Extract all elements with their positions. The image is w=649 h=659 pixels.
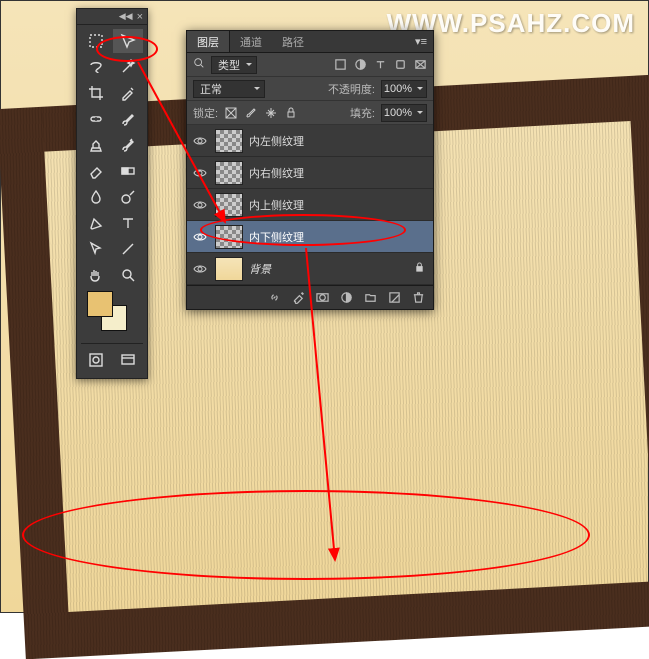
- zoom-tool[interactable]: [113, 263, 143, 287]
- blend-mode-select[interactable]: 正常: [193, 80, 265, 98]
- fill-input[interactable]: 100%: [381, 104, 427, 122]
- opacity-input[interactable]: 100%: [381, 80, 427, 98]
- eyedropper-tool[interactable]: [113, 81, 143, 105]
- visibility-toggle[interactable]: [191, 260, 209, 278]
- layer-thumbnail[interactable]: [215, 161, 243, 185]
- filter-type-icon[interactable]: [373, 58, 387, 72]
- lock-all-icon[interactable]: [284, 106, 298, 120]
- layer-thumbnail[interactable]: [215, 193, 243, 217]
- lock-position-icon[interactable]: [264, 106, 278, 120]
- magic-wand-tool[interactable]: [113, 55, 143, 79]
- filter-row: 类型: [187, 53, 433, 77]
- layers-panel: 图层 通道 路径 ▾≡ 类型 正常 不透明度: 100% 锁定: 填充: 100…: [186, 30, 434, 310]
- quick-mask-tool[interactable]: [81, 348, 111, 372]
- close-icon[interactable]: ×: [137, 11, 143, 23]
- gradient-tool[interactable]: [113, 159, 143, 183]
- foreground-color[interactable]: [87, 291, 113, 317]
- path-selection-tool[interactable]: [81, 237, 111, 261]
- layer-list: 内左侧纹理 内右侧纹理 内上侧纹理 内下侧纹理 背景: [187, 125, 433, 285]
- layer-item[interactable]: 内左侧纹理: [187, 125, 433, 157]
- opacity-label: 不透明度:: [328, 81, 375, 97]
- visibility-toggle[interactable]: [191, 196, 209, 214]
- lasso-tool[interactable]: [81, 55, 111, 79]
- line-tool[interactable]: [113, 237, 143, 261]
- lock-transparency-icon[interactable]: [224, 106, 238, 120]
- collapse-icon[interactable]: ◀◀: [119, 11, 133, 22]
- fill-label: 填充:: [350, 105, 375, 121]
- color-swatch[interactable]: [81, 289, 143, 339]
- layer-name[interactable]: 内上侧纹理: [249, 197, 304, 213]
- type-tool[interactable]: [113, 211, 143, 235]
- lock-pixels-icon[interactable]: [244, 106, 258, 120]
- visibility-toggle[interactable]: [191, 132, 209, 150]
- tab-channels[interactable]: 通道: [230, 31, 272, 52]
- hand-tool[interactable]: [81, 263, 111, 287]
- layer-name[interactable]: 内下侧纹理: [249, 229, 304, 245]
- filter-pixel-icon[interactable]: [333, 58, 347, 72]
- layer-mask-icon[interactable]: [315, 291, 329, 305]
- adjustment-layer-icon[interactable]: [339, 291, 353, 305]
- group-icon[interactable]: [363, 291, 377, 305]
- visibility-toggle[interactable]: [191, 228, 209, 246]
- tool-panel-header: ◀◀ ×: [77, 9, 147, 25]
- filter-type-select[interactable]: 类型: [211, 56, 257, 74]
- blend-opacity-row: 正常 不透明度: 100%: [187, 77, 433, 101]
- panel-tabs: 图层 通道 路径 ▾≡: [187, 31, 433, 53]
- move-tool[interactable]: [113, 29, 143, 53]
- delete-layer-icon[interactable]: [411, 291, 425, 305]
- blur-tool[interactable]: [81, 185, 111, 209]
- visibility-toggle[interactable]: [191, 164, 209, 182]
- eraser-tool[interactable]: [81, 159, 111, 183]
- layer-name[interactable]: 内右侧纹理: [249, 165, 304, 181]
- filter-kind-icon[interactable]: [193, 57, 205, 72]
- layer-name[interactable]: 内左侧纹理: [249, 133, 304, 149]
- layer-thumbnail[interactable]: [215, 257, 243, 281]
- layers-panel-footer: [187, 285, 433, 309]
- lock-icon: [414, 262, 429, 276]
- lock-label: 锁定:: [193, 105, 218, 121]
- filter-smart-icon[interactable]: [413, 58, 427, 72]
- crop-tool[interactable]: [81, 81, 111, 105]
- dodge-tool[interactable]: [113, 185, 143, 209]
- tab-paths[interactable]: 路径: [272, 31, 314, 52]
- clone-stamp-tool[interactable]: [81, 133, 111, 157]
- layer-name[interactable]: 背景: [249, 261, 271, 277]
- tool-panel: ◀◀ ×: [76, 8, 148, 379]
- layer-item[interactable]: 内右侧纹理: [187, 157, 433, 189]
- filter-adjust-icon[interactable]: [353, 58, 367, 72]
- layer-style-icon[interactable]: [291, 291, 305, 305]
- lock-fill-row: 锁定: 填充: 100%: [187, 101, 433, 125]
- healing-brush-tool[interactable]: [81, 107, 111, 131]
- filter-shape-icon[interactable]: [393, 58, 407, 72]
- panel-menu-icon[interactable]: ▾≡: [409, 35, 433, 48]
- screen-mode-tool[interactable]: [113, 348, 143, 372]
- pen-tool[interactable]: [81, 211, 111, 235]
- tab-layers[interactable]: 图层: [187, 31, 230, 52]
- layer-item[interactable]: 内上侧纹理: [187, 189, 433, 221]
- layer-thumbnail[interactable]: [215, 129, 243, 153]
- marquee-tool[interactable]: [81, 29, 111, 53]
- layer-thumbnail[interactable]: [215, 225, 243, 249]
- layer-item[interactable]: 背景: [187, 253, 433, 285]
- brush-tool[interactable]: [113, 107, 143, 131]
- link-layers-icon[interactable]: [267, 291, 281, 305]
- new-layer-icon[interactable]: [387, 291, 401, 305]
- layer-item[interactable]: 内下侧纹理: [187, 221, 433, 253]
- history-brush-tool[interactable]: [113, 133, 143, 157]
